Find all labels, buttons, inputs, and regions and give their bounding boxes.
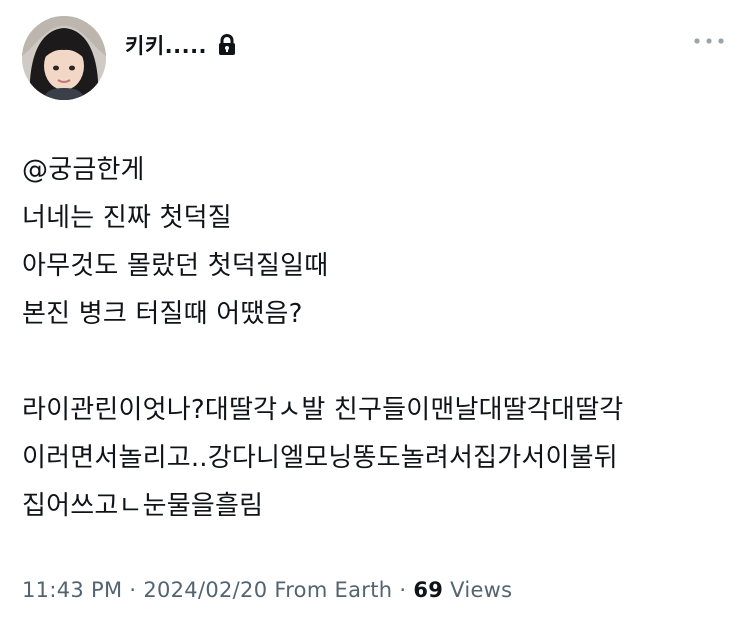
tweet-date[interactable]: 2024/02/20 [143, 578, 267, 602]
tweet-source: From Earth [267, 578, 393, 602]
views-count[interactable]: 69 [413, 578, 443, 602]
tweet-time[interactable]: 11:43 PM [22, 578, 122, 602]
tweet-line: 이러면서놀리고..강다니엘모닝똥도놀려서집가서이불뒤 [22, 443, 618, 473]
meta-separator: · [392, 578, 414, 602]
profile-photo [22, 16, 106, 100]
tweet-meta: 11:43 PM · 2024/02/20 From Earth · 69 Vi… [22, 578, 512, 602]
more-dots-icon[interactable] [692, 32, 726, 50]
tweet-line: 너네는 진짜 첫덕질 [22, 203, 232, 233]
meta-separator: · [122, 578, 144, 602]
author-header: 키키..... [125, 30, 237, 60]
display-name[interactable]: 키키..... [125, 30, 207, 60]
tweet-text: @궁금한게 너네는 진짜 첫덕질 아무것도 몰랐던 첫덕질일때 본진 병크 터질… [22, 146, 732, 530]
tweet-line: 본진 병크 터질때 어땠음? [22, 299, 303, 329]
lock-icon [217, 33, 237, 56]
tweet-line: 라이관린이엇나?대딸각ㅅ발 친구들이맨날대딸각대딸각 [22, 395, 624, 425]
tweet-line: 집어쓰고ㄴ눈물을흘림 [22, 491, 264, 521]
avatar[interactable] [22, 16, 106, 100]
views-label[interactable]: Views [443, 578, 512, 602]
tweet-line: @궁금한게 [22, 155, 145, 185]
tweet-line: 아무것도 몰랐던 첫덕질일때 [22, 251, 329, 281]
